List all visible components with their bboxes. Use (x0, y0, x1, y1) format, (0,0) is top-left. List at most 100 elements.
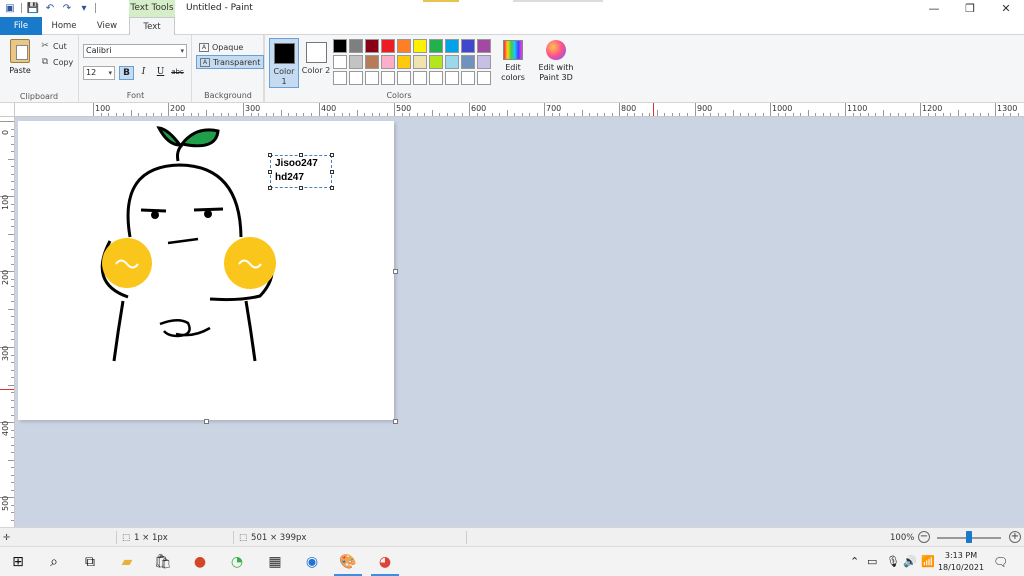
drawing-canvas[interactable]: Jisoo247 hd247 (18, 121, 398, 424)
ruler-minor-tick (988, 113, 989, 116)
resize-handle[interactable] (299, 186, 303, 190)
tab-home[interactable]: Home (42, 17, 86, 35)
palette-color-swatch[interactable] (413, 71, 427, 85)
palette-color-swatch[interactable] (413, 39, 427, 53)
redo-icon[interactable]: ↷ (61, 2, 73, 14)
palette-color-swatch[interactable] (349, 71, 363, 85)
chrome-icon[interactable]: ◕ (375, 552, 395, 572)
palette-color-swatch[interactable] (445, 39, 459, 53)
palette-color-swatch[interactable] (461, 55, 475, 69)
resize-handle[interactable] (268, 170, 272, 174)
save-icon[interactable]: 💾 (27, 2, 39, 14)
resize-handle[interactable] (330, 170, 334, 174)
text-line-1[interactable]: Jisoo247 (275, 158, 318, 169)
app-icon[interactable]: ◔ (227, 552, 247, 572)
palette-color-swatch[interactable] (365, 71, 379, 85)
left-eyebrow (140, 208, 167, 213)
zoom-in-button[interactable]: + (1009, 531, 1021, 543)
notifications-icon[interactable]: 🗨 (993, 555, 1008, 569)
italic-button[interactable]: I (136, 66, 151, 80)
palette-color-swatch[interactable] (333, 55, 347, 69)
palette-color-swatch[interactable] (429, 71, 443, 85)
close-button[interactable]: ✕ (988, 0, 1024, 17)
search-icon[interactable]: ⌕ (44, 552, 64, 572)
opaque-button[interactable]: A Opaque (196, 40, 246, 54)
copy-button[interactable]: ⧉ Copy (40, 57, 74, 67)
palette-color-swatch[interactable] (429, 39, 443, 53)
paint-taskbar-icon[interactable]: 🎨 (338, 552, 358, 572)
palette-color-swatch[interactable] (413, 55, 427, 69)
text-line-2[interactable]: hd247 (275, 172, 304, 183)
store-icon[interactable]: 🛍 (153, 552, 173, 572)
tab-text[interactable]: Text (129, 17, 175, 36)
cut-button[interactable]: ✂ Cut (40, 41, 67, 51)
strikethrough-button[interactable]: abc (170, 66, 185, 80)
palette-color-swatch[interactable] (445, 55, 459, 69)
resize-handle[interactable] (268, 153, 272, 157)
canvas-resize-handle-corner[interactable] (393, 419, 398, 424)
palette-color-swatch[interactable] (397, 71, 411, 85)
palette-color-swatch[interactable] (477, 39, 491, 53)
resize-handle[interactable] (330, 186, 334, 190)
ruler-minor-tick (221, 113, 222, 116)
calculator-icon[interactable]: ▦ (265, 552, 285, 572)
palette-color-swatch[interactable] (349, 39, 363, 53)
palette-color-swatch[interactable] (461, 71, 475, 85)
canvas-resize-handle-right[interactable] (393, 269, 398, 274)
edit-with-paint3d-button[interactable]: Edit with Paint 3D (536, 40, 576, 83)
minimize-button[interactable]: — (916, 0, 952, 17)
palette-color-swatch[interactable] (477, 55, 491, 69)
palette-color-swatch[interactable] (365, 55, 379, 69)
bold-button[interactable]: B (119, 66, 134, 80)
file-explorer-icon[interactable]: ▰ (117, 552, 137, 572)
text-box[interactable]: Jisoo247 hd247 (268, 153, 334, 190)
clock[interactable]: 3:13 PM 18/10/2021 (936, 550, 986, 574)
windows-start-icon[interactable]: ⊞ (8, 552, 28, 572)
ruler-minor-tick (11, 144, 14, 145)
palette-color-swatch[interactable] (445, 71, 459, 85)
edit-colors-button[interactable]: Edit colors (499, 40, 527, 83)
zoom-slider-thumb[interactable] (966, 531, 972, 543)
palette-color-swatch[interactable] (381, 55, 395, 69)
tab-view[interactable]: View (86, 17, 128, 35)
restore-button[interactable]: ❐ (952, 0, 988, 17)
palette-color-swatch[interactable] (333, 39, 347, 53)
canvas-resize-handle-bottom[interactable] (204, 419, 209, 424)
resize-handle[interactable] (268, 186, 272, 190)
palette-color-swatch[interactable] (381, 39, 395, 53)
microphone-icon[interactable]: 🎙 (886, 555, 900, 568)
ruler-minor-tick (11, 437, 14, 438)
show-hidden-icons[interactable]: ⌃ (850, 555, 859, 568)
resize-handle[interactable] (330, 153, 334, 157)
palette-color-swatch[interactable] (333, 71, 347, 85)
customize-qat-icon[interactable]: ▾ (78, 2, 90, 14)
font-family-select[interactable]: Calibri ▾ (83, 44, 187, 58)
ruler-minor-tick (311, 113, 312, 116)
zoom-out-button[interactable]: − (918, 531, 930, 543)
color2-button[interactable]: Color 2 (301, 38, 331, 88)
palette-color-swatch[interactable] (349, 55, 363, 69)
palette-color-swatch[interactable] (461, 39, 475, 53)
palette-color-swatch[interactable] (381, 71, 395, 85)
palette-color-swatch[interactable] (397, 39, 411, 53)
color1-button[interactable]: Color 1 (269, 38, 299, 88)
palette-color-swatch[interactable] (365, 39, 379, 53)
ruler-minor-tick (980, 113, 981, 116)
paste-button[interactable]: Paste (6, 39, 34, 75)
device-icon[interactable]: ▭ (867, 555, 877, 568)
powerpoint-icon[interactable]: ● (190, 552, 210, 572)
underline-button[interactable]: U (153, 66, 168, 80)
resize-handle[interactable] (299, 153, 303, 157)
font-size-select[interactable]: 12 ▾ (83, 66, 115, 80)
ruler-minor-tick (417, 113, 418, 116)
app-icon[interactable]: ◉ (302, 552, 322, 572)
palette-color-swatch[interactable] (429, 55, 443, 69)
wifi-icon[interactable]: 📶 (921, 555, 935, 568)
volume-icon[interactable]: 🔊 (903, 555, 917, 568)
undo-icon[interactable]: ↶ (44, 2, 56, 14)
palette-color-swatch[interactable] (477, 71, 491, 85)
transparent-button[interactable]: A Transparent (196, 55, 265, 69)
task-view-icon[interactable]: ⧉ (80, 552, 100, 572)
tab-file[interactable]: File (0, 17, 42, 35)
palette-color-swatch[interactable] (397, 55, 411, 69)
